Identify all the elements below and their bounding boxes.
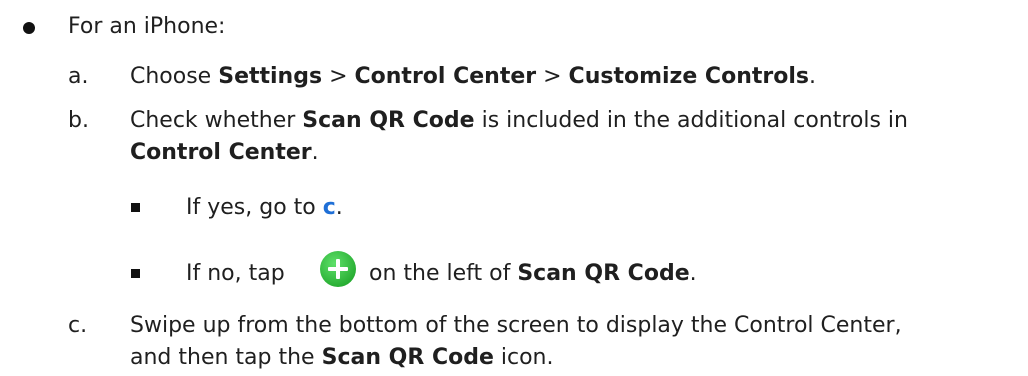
green-plus-circle-icon xyxy=(320,251,356,287)
scan-qr-code-label: Scan QR Code xyxy=(517,261,690,286)
control-center-label: Control Center xyxy=(130,140,312,165)
step-c-link[interactable]: c xyxy=(323,195,336,220)
scan-qr-code-label: Scan QR Code xyxy=(321,345,494,370)
step-b-line1: Check whether Scan QR Code is included i… xyxy=(130,108,908,133)
control-center-label: Control Center xyxy=(354,64,537,89)
step-a-letter: a. xyxy=(68,64,89,89)
step-a-text: Choose Settings > Control Center > Custo… xyxy=(130,64,816,89)
step-b-line2: Control Center. xyxy=(130,140,319,165)
sub-no-text2: on the left of Scan QR Code. xyxy=(369,261,697,286)
intro-text: For an iPhone: xyxy=(68,14,226,39)
customize-controls-label: Customize Controls xyxy=(568,64,809,89)
step-b-letter: b. xyxy=(68,108,89,133)
step-c-line1: Swipe up from the bottom of the screen t… xyxy=(130,313,902,338)
settings-label: Settings xyxy=(218,64,323,89)
sub-yes-text: If yes, go to c. xyxy=(186,195,343,220)
sub-no-text1: If no, tap xyxy=(186,261,285,286)
square-bullet-icon xyxy=(131,203,140,212)
step-c-letter: c. xyxy=(68,313,88,338)
step-c-line2: and then tap the Scan QR Code icon. xyxy=(130,345,554,370)
scan-qr-code-label: Scan QR Code xyxy=(302,108,475,133)
square-bullet-icon xyxy=(131,269,140,278)
bullet-dot-icon xyxy=(23,22,35,34)
